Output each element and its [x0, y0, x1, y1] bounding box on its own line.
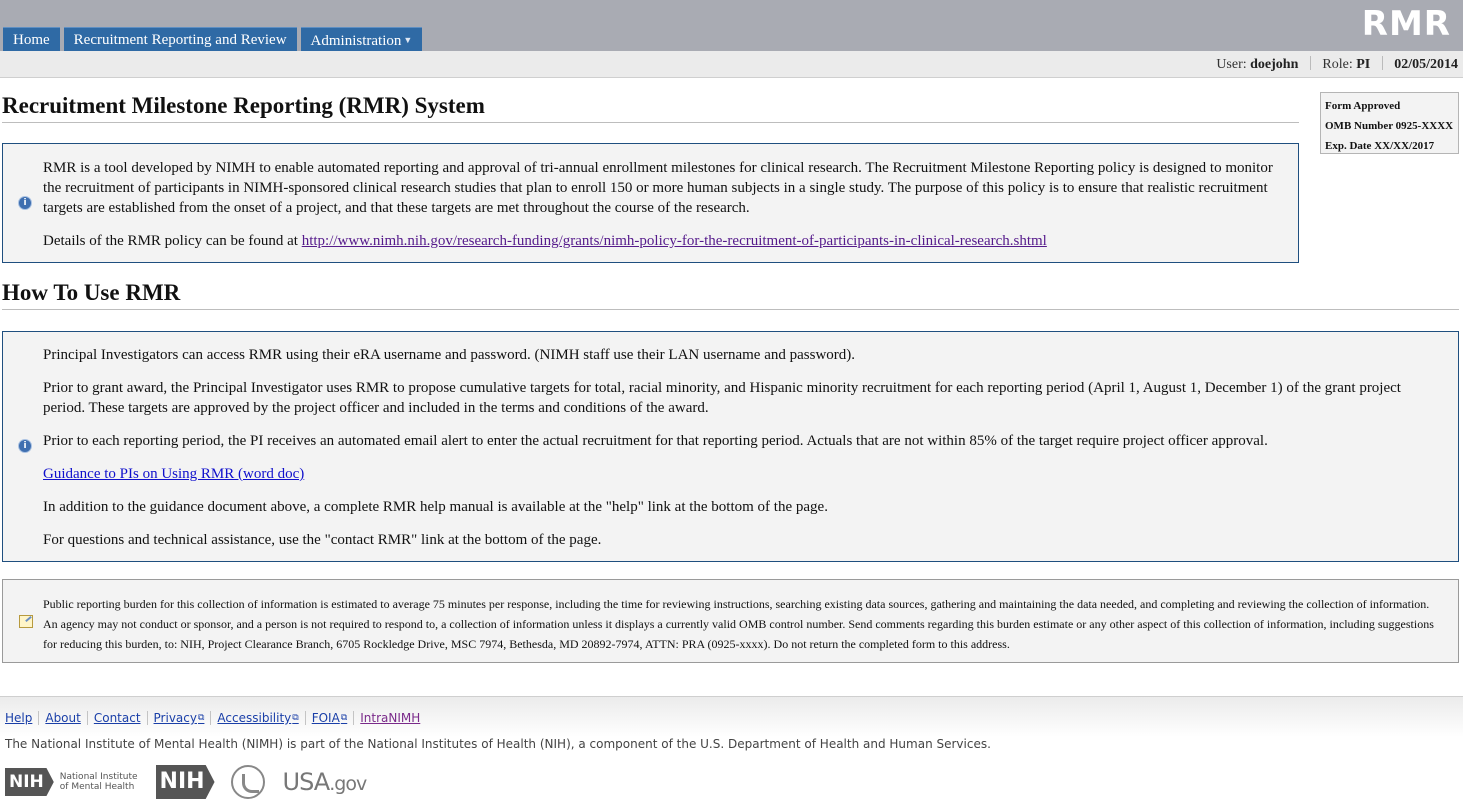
- user-info-bar: User: doejohn Role: PI 02/05/2014: [0, 51, 1463, 78]
- guidance-para: Guidance to PIs on Using RMR (word doc): [43, 464, 1446, 484]
- divider: [353, 711, 355, 725]
- note-edit-icon: [19, 615, 33, 628]
- user-role: PI: [1356, 57, 1371, 72]
- current-date: 02/05/2014: [1394, 57, 1458, 72]
- external-link-icon: ⧉: [197, 713, 205, 723]
- usa-text: USA: [282, 768, 331, 796]
- external-link-icon: ⧉: [292, 713, 299, 723]
- how-to-help: In addition to the guidance document abo…: [43, 499, 828, 515]
- info-icon: i: [18, 439, 32, 453]
- nav-home-label: Home: [13, 32, 50, 48]
- accessibility-label: Accessibility: [217, 711, 292, 725]
- guidance-link[interactable]: Guidance to PIs on Using RMR (word doc): [43, 466, 304, 482]
- nimh-line2: of Mental Health: [59, 782, 135, 792]
- how-to-heading: How To Use RMR: [2, 280, 1459, 310]
- footer-privacy-link[interactable]: Privacy⧉: [154, 711, 205, 725]
- top-header-bar: Home Recruitment Reporting and Review Ad…: [0, 0, 1463, 51]
- divider: [1309, 56, 1311, 70]
- usa-gov-logo[interactable]: USA.gov: [282, 768, 368, 796]
- intro-content: RMR is a tool developed by NIMH to enabl…: [43, 158, 1286, 251]
- divider: [146, 711, 148, 725]
- rmr-policy-link[interactable]: http://www.nimh.nih.gov/research-funding…: [302, 233, 1047, 249]
- nav-recruitment-label: Recruitment Reporting and Review: [73, 32, 287, 48]
- page-title: Recruitment Milestone Reporting (RMR) Sy…: [2, 93, 1299, 123]
- nav-recruitment-reporting[interactable]: Recruitment Reporting and Review: [63, 27, 297, 51]
- divider: [38, 711, 40, 725]
- how-to-content: Principal Investigators can access RMR u…: [43, 345, 1446, 563]
- details-prefix: Details of the RMR policy can be found a…: [43, 233, 302, 249]
- omb-number: OMB Number 0925-XXXX: [1325, 120, 1454, 132]
- nih-logo[interactable]: NIH: [155, 765, 215, 799]
- user-info: User: doejohn Role: PI 02/05/2014: [1216, 56, 1458, 73]
- intro-text: RMR is a tool developed by NIMH to enabl…: [43, 160, 1273, 216]
- privacy-label: Privacy: [153, 711, 197, 725]
- role-label: Role:: [1322, 57, 1353, 72]
- nav-home[interactable]: Home: [3, 27, 60, 51]
- how-to-access: Principal Investigators can access RMR u…: [43, 347, 856, 363]
- omb-approval-box: Form Approved OMB Number 0925-XXXX Exp. …: [1320, 92, 1459, 154]
- intro-info-box: i RMR is a tool developed by NIMH to ena…: [2, 143, 1299, 263]
- omb-form-approved: Form Approved: [1325, 100, 1401, 112]
- gov-text: .gov: [329, 773, 367, 795]
- footer-contact-link[interactable]: Contact: [94, 711, 141, 725]
- nimh-logo-text: National Institute of Mental Health: [60, 772, 138, 792]
- how-to-alerts: Prior to each reporting period, the PI r…: [43, 433, 1268, 449]
- burden-statement-box: Public reporting burden for this collect…: [2, 579, 1459, 663]
- omb-exp-date: Exp. Date XX/XX/2017: [1325, 140, 1435, 152]
- nimh-line1: National Institute: [59, 772, 138, 782]
- user-label: User:: [1216, 57, 1247, 72]
- divider: [210, 711, 212, 725]
- footer-accessibility-link[interactable]: Accessibility⧉: [217, 711, 298, 725]
- divider: [86, 711, 88, 725]
- footer-statement: The National Institute of Mental Health …: [5, 737, 991, 751]
- hhs-logo-icon[interactable]: [230, 765, 265, 799]
- how-to-targets: Prior to grant award, the Principal Inve…: [43, 380, 1401, 416]
- external-link-icon: ⧉: [340, 713, 348, 723]
- intro-details: Details of the RMR policy can be found a…: [43, 231, 1286, 251]
- footer-about-link[interactable]: About: [45, 711, 80, 725]
- footer-help-link[interactable]: Help: [5, 711, 32, 725]
- app-logo: RMR: [1361, 4, 1451, 44]
- nih-nimh-logo[interactable]: NIH: [5, 768, 54, 796]
- divider: [1381, 56, 1383, 70]
- footer-intranimh-link[interactable]: IntraNIMH: [360, 711, 420, 725]
- user-name: doejohn: [1250, 57, 1299, 72]
- footer: Help About Contact Privacy⧉ Accessibility⧉ FO…: [0, 696, 1463, 801]
- nav-administration-label: Administration: [310, 33, 402, 49]
- dropdown-caret-icon: ▼: [403, 35, 413, 45]
- burden-content: Public reporting burden for this collect…: [43, 594, 1440, 654]
- foia-label: FOIA: [311, 711, 340, 725]
- footer-logos: NIH National Institute of Mental Health …: [5, 765, 368, 799]
- footer-links: Help About Contact Privacy⧉ Accessibility⧉ FO…: [5, 711, 420, 725]
- how-to-contact: For questions and technical assistance, …: [43, 532, 602, 548]
- burden-text: Public reporting burden for this collect…: [43, 597, 1434, 651]
- divider: [304, 711, 306, 725]
- info-icon: i: [18, 196, 32, 210]
- footer-foia-link[interactable]: FOIA⧉: [312, 711, 348, 725]
- how-to-info-box: i Principal Investigators can access RMR…: [2, 331, 1459, 562]
- nav-administration[interactable]: Administration ▼: [300, 27, 423, 51]
- main-nav: Home Recruitment Reporting and Review Ad…: [3, 27, 426, 51]
